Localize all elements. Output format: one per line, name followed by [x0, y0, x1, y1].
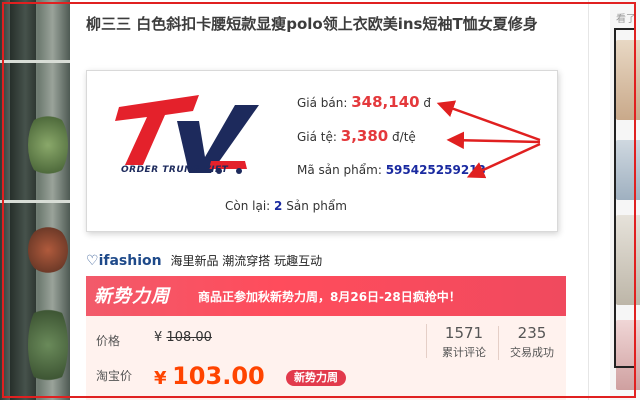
stock-unit: Sản phẩm	[286, 199, 347, 213]
stat-divider	[426, 324, 427, 358]
original-currency: ¥	[154, 330, 163, 345]
sidebar-bracket	[614, 28, 634, 368]
sku-value[interactable]: 595425259213	[386, 163, 486, 177]
promo-banner-text: 商品正参加秋新势力周，8月26日-28日疯抢中！	[198, 290, 461, 304]
stock-value: 2	[274, 199, 283, 213]
order-info-box: ORDER TRUNG VIET Giá bán: 348,140 đ Giá …	[86, 70, 558, 232]
promo-banner-title: 新势力周	[94, 286, 170, 307]
exchange-rate-unit: đ/tệ	[392, 130, 416, 144]
sku-row: Mã sản phẩm: 595425259213	[297, 163, 486, 177]
current-price: ¥ 103.00	[154, 362, 265, 390]
exchange-rate-label: Giá tệ:	[297, 130, 337, 144]
photo-plant	[28, 110, 68, 180]
exchange-rate-value: 3,380	[340, 127, 389, 145]
promo-banner[interactable]: 新势力周 商品正参加秋新势力周，8月26日-28日疯抢中！	[86, 276, 566, 316]
sale-price-label: Giá bán:	[297, 96, 348, 110]
sku-label: Mã sản phẩm:	[297, 163, 382, 177]
current-price-value: 103.00	[172, 362, 265, 390]
ifashion-logo[interactable]: ♡ifashion	[86, 253, 166, 269]
product-title: 柳三三 白色斜扣卡腰短款显瘦polo领上衣欧美ins短袖T恤女夏修身	[86, 15, 538, 33]
sales-count: 235	[517, 324, 547, 342]
sales-label: 交易成功	[510, 346, 554, 359]
sales-stat: 235 交易成功	[504, 324, 560, 360]
stock-label: Còn lại:	[225, 199, 271, 213]
reviews-label: 累计评论	[442, 346, 486, 359]
photo-plant	[28, 225, 68, 275]
current-currency: ¥	[154, 368, 167, 389]
sale-price-value: 348,140	[351, 93, 420, 111]
original-price-label: 价格	[96, 334, 121, 348]
sale-price-row: Giá bán: 348,140 đ	[297, 93, 431, 111]
photo-plant	[28, 300, 68, 390]
promo-tag[interactable]: 新势力周	[286, 370, 346, 386]
ifashion-tagline: 海里新品 潮流穿搭 玩趣互动	[170, 254, 323, 268]
stat-divider	[498, 326, 499, 360]
current-price-label: 淘宝价	[96, 369, 133, 383]
heart-icon: ♡	[86, 253, 99, 269]
original-price-value: 108.00	[166, 330, 212, 345]
original-price: ¥ 108.00	[154, 330, 212, 345]
photo-rail	[0, 200, 70, 203]
product-photo[interactable]	[0, 0, 70, 400]
page-root: 看了 柳三三 白色斜扣卡腰短款显瘦polo领上衣欧美ins短袖T恤女夏修身 OR…	[0, 0, 640, 400]
column-divider	[588, 0, 589, 400]
stock-row: Còn lại: 2 Sản phẩm	[225, 199, 347, 213]
reviews-stat[interactable]: 1571 累计评论	[436, 324, 492, 360]
photo-rail	[0, 60, 70, 63]
related-label: 看了	[616, 14, 636, 25]
logo-text: ORDER TRUNG VIET	[121, 165, 229, 175]
price-area: 价格 ¥ 108.00 淘宝价 ¥ 103.00 新势力周 1571 累计评论 …	[86, 316, 566, 400]
ifashion-strip: ♡ifashion 海里新品 潮流穿搭 玩趣互动	[86, 252, 322, 270]
exchange-rate-row: Giá tệ: 3,380 đ/tệ	[297, 127, 416, 145]
sale-price-unit: đ	[423, 96, 432, 110]
reviews-count: 1571	[444, 324, 484, 342]
